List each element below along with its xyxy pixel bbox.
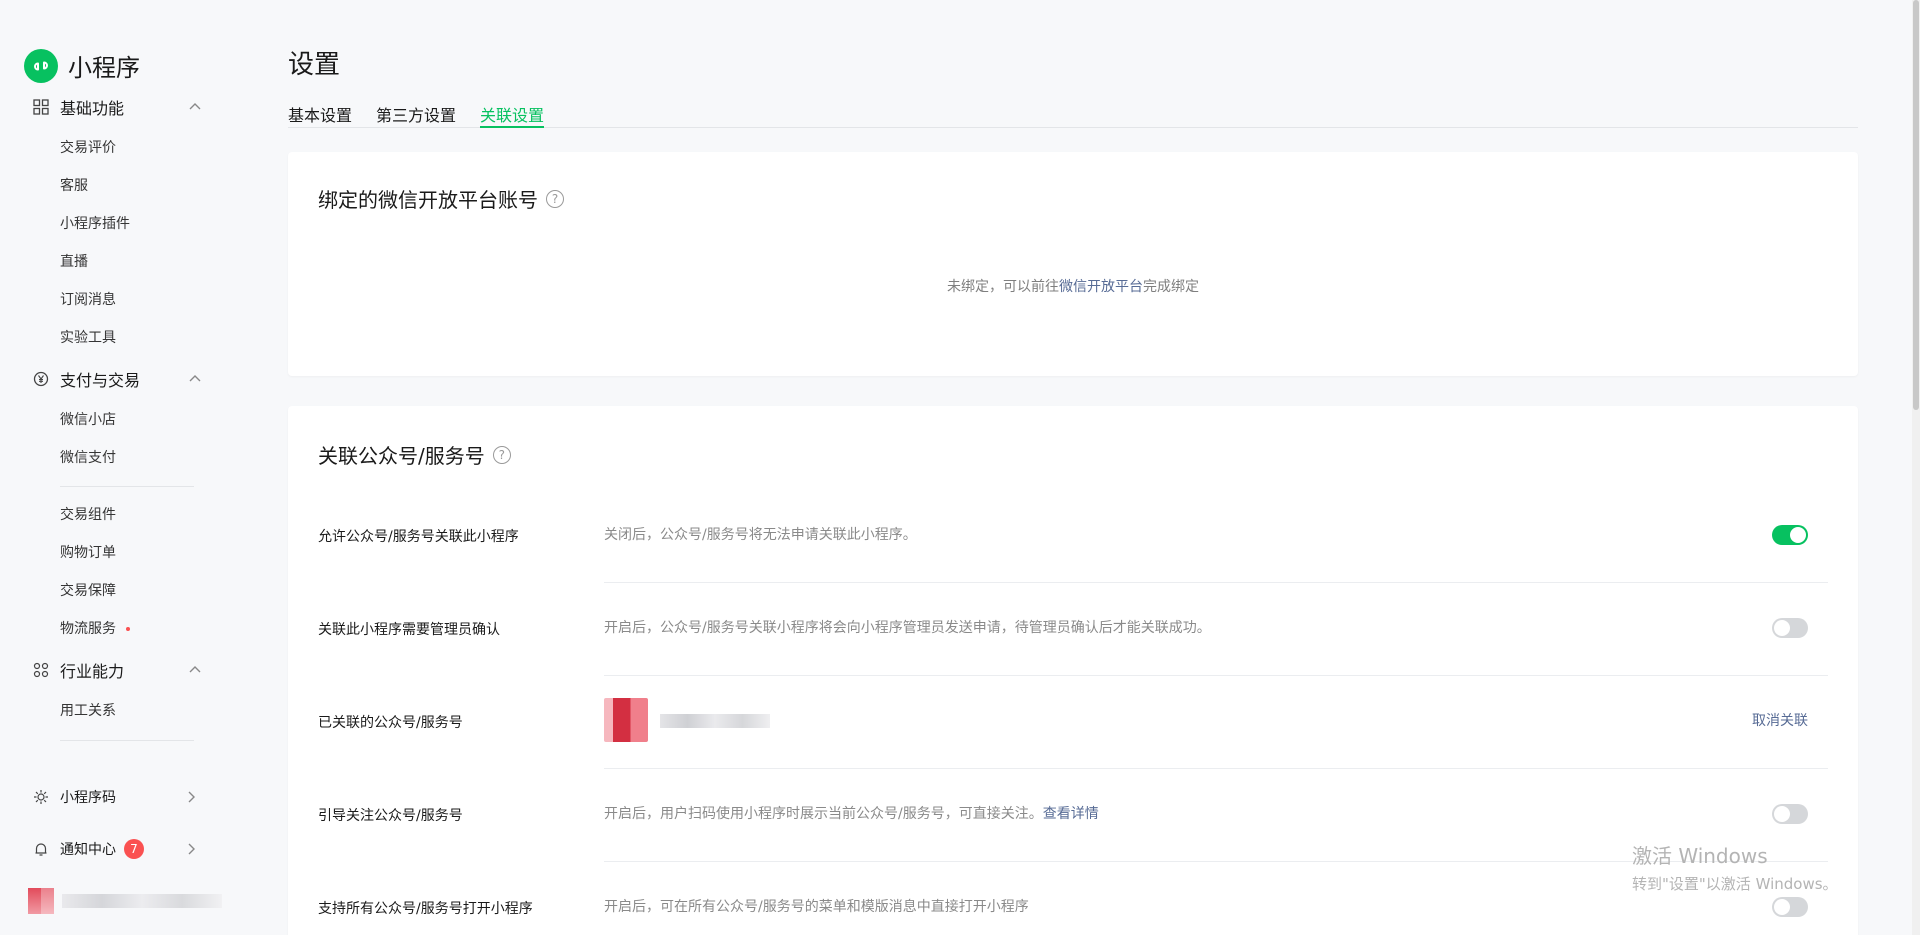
sidebar-item-subscribe[interactable]: 订阅消息 (60, 290, 116, 310)
watermark-line2: 转到"设置"以激活 Windows。 (1632, 875, 1838, 893)
grid-icon (32, 98, 50, 116)
toggle-knob (1790, 527, 1806, 543)
row-label: 已关联的公众号/服务号 (318, 715, 463, 731)
sidebar-item-lab-tools[interactable]: 实验工具 (60, 328, 116, 348)
page-title: 设置 (288, 50, 341, 80)
new-dot (126, 627, 130, 631)
card-title-text: 关联公众号/服务号 (318, 444, 485, 468)
scrollbar-thumb[interactable] (1913, 0, 1919, 410)
nav-group-payment[interactable]: 支付与交易 (32, 364, 202, 394)
official-account-card: 关联公众号/服务号 ? 允许公众号/服务号关联此小程序 关闭后，公众号/服务号将… (288, 406, 1858, 935)
sidebar-item-trade-guarantee[interactable]: 交易保障 (60, 581, 116, 601)
tab-basic-settings[interactable]: 基本设置 (288, 102, 352, 128)
setting-row-admin-confirm: 关联此小程序需要管理员确认 开启后，公众号/服务号关联小程序将会向小程序管理员发… (318, 583, 1828, 676)
nav-group-label: 小程序码 (60, 790, 116, 806)
sun-icon (32, 788, 50, 806)
row-desc: 关闭后，公众号/服务号将无法申请关联此小程序。 (604, 527, 917, 543)
sidebar-item-wechat-pay[interactable]: 微信支付 (60, 448, 116, 468)
linked-account-name-blurred (660, 714, 770, 728)
nav-divider (60, 740, 194, 741)
row-label: 关联此小程序需要管理员确认 (318, 622, 500, 638)
guide-follow-toggle[interactable] (1772, 804, 1808, 824)
mini-program-logo-icon (24, 48, 58, 83)
brand[interactable]: 小程序 (24, 48, 140, 83)
sidebar-qrcode[interactable]: 小程序码 (32, 782, 202, 812)
row-desc-text: 开启后，用户扫码使用小程序时展示当前公众号/服务号，可直接关注。 (604, 806, 1043, 822)
nav-group-label: 基础功能 (60, 99, 125, 118)
unbound-status: 未绑定，可以前往微信开放平台完成绑定 (288, 276, 1858, 296)
setting-row-allow-link: 允许公众号/服务号关联此小程序 关闭后，公众号/服务号将无法申请关联此小程序。 (318, 490, 1828, 583)
sidebar-item-trade-review[interactable]: 交易评价 (60, 138, 116, 158)
nav-divider (60, 486, 194, 487)
allow-link-toggle[interactable] (1772, 525, 1808, 545)
sidebar-item-live[interactable]: 直播 (60, 252, 88, 272)
row-desc: 开启后，公众号/服务号关联小程序将会向小程序管理员发送申请，待管理员确认后才能关… (604, 620, 1211, 636)
linked-account-avatar (604, 698, 648, 742)
all-open-toggle[interactable] (1772, 897, 1808, 917)
windows-activation-watermark: 激活 Windows 转到"设置"以激活 Windows。 (1632, 840, 1838, 894)
setting-row-guide-follow: 引导关注公众号/服务号 开启后，用户扫码使用小程序时展示当前公众号/服务号，可直… (318, 769, 1828, 862)
chevron-right-icon (188, 843, 195, 855)
sidebar-item-orders[interactable]: 购物订单 (60, 543, 116, 563)
sidebar-item-plugin[interactable]: 小程序插件 (60, 214, 130, 234)
tab-link-settings[interactable]: 关联设置 (480, 102, 545, 128)
open-platform-card: 绑定的微信开放平台账号 ? 未绑定，可以前往微信开放平台完成绑定 (288, 152, 1858, 376)
setting-row-linked-accounts: 已关联的公众号/服务号 取消关联 (318, 676, 1828, 769)
chevron-up-icon (189, 103, 201, 110)
tab-third-party-settings[interactable]: 第三方设置 (376, 102, 456, 128)
watermark-line1: 激活 Windows (1632, 844, 1768, 868)
sidebar-item-trade-component[interactable]: 交易组件 (60, 505, 116, 525)
card-title-text: 绑定的微信开放平台账号 (318, 188, 538, 212)
admin-confirm-toggle[interactable] (1772, 618, 1808, 638)
account-name-blurred (62, 894, 222, 908)
bell-icon (32, 840, 50, 858)
toggle-knob (1774, 899, 1790, 915)
sidebar: 小程序 基础功能 交易评价 客服 小程序插件 直播 订阅消息 实验工具 支付与交… (0, 0, 222, 935)
nav-group-basic[interactable]: 基础功能 (32, 92, 202, 122)
card-title: 关联公众号/服务号 ? (318, 440, 511, 469)
help-icon[interactable]: ? (492, 445, 511, 464)
help-icon[interactable]: ? (546, 189, 564, 208)
industry-icon (32, 661, 50, 679)
toggle-knob (1774, 806, 1790, 822)
status-suffix: 完成绑定 (1143, 279, 1199, 295)
sidebar-item-employment[interactable]: 用工关系 (60, 701, 116, 721)
sidebar-item-customer-service[interactable]: 客服 (60, 176, 88, 196)
row-label: 支持所有公众号/服务号打开小程序 (318, 901, 533, 917)
status-prefix: 未绑定，可以前往 (947, 279, 1059, 295)
view-details-link[interactable]: 查看详情 (1043, 806, 1099, 822)
sidebar-item-logistics[interactable]: 物流服务 (60, 619, 130, 639)
row-desc: 开启后，可在所有公众号/服务号的菜单和模版消息中直接打开小程序 (604, 899, 1029, 915)
sidebar-notifications[interactable]: 通知中心 7 (32, 834, 202, 864)
row-desc: 开启后，用户扫码使用小程序时展示当前公众号/服务号，可直接关注。查看详情 (604, 803, 1099, 823)
unlink-button[interactable]: 取消关联 (1752, 710, 1808, 730)
nav-group-label: 通知中心 (60, 842, 116, 858)
page-scrollbar[interactable] (1912, 0, 1920, 935)
chevron-right-icon (188, 791, 195, 803)
row-label: 引导关注公众号/服务号 (318, 808, 463, 824)
setting-row-all-open: 支持所有公众号/服务号打开小程序 开启后，可在所有公众号/服务号的菜单和模版消息… (318, 862, 1828, 935)
account-info[interactable] (28, 888, 222, 914)
tab-bar: 基本设置 第三方设置 关联设置 (288, 98, 1858, 128)
card-title: 绑定的微信开放平台账号 ? (318, 184, 564, 213)
chevron-up-icon (189, 375, 201, 382)
row-label: 允许公众号/服务号关联此小程序 (318, 529, 519, 545)
chevron-up-icon (189, 666, 201, 673)
nav-group-label: 行业能力 (60, 662, 125, 681)
sidebar-item-label: 物流服务 (60, 621, 116, 637)
sidebar-item-wechat-shop[interactable]: 微信小店 (60, 410, 116, 430)
toggle-knob (1774, 620, 1790, 636)
open-platform-link[interactable]: 微信开放平台 (1059, 279, 1143, 295)
brand-title: 小程序 (68, 54, 140, 82)
nav-group-industry[interactable]: 行业能力 (32, 655, 202, 685)
notification-count-badge: 7 (124, 839, 144, 859)
yuan-icon (32, 370, 50, 388)
nav-group-label: 支付与交易 (60, 371, 141, 390)
avatar (28, 888, 54, 914)
